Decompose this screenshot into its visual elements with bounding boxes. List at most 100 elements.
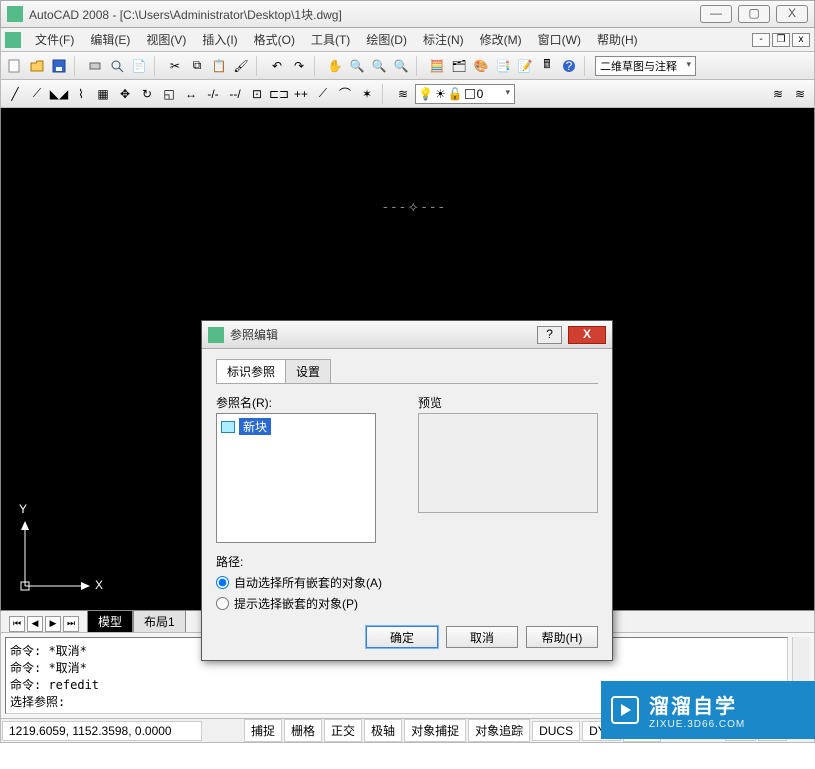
- fillet-icon[interactable]: ⌒: [335, 84, 355, 104]
- preview-box: [418, 413, 598, 513]
- trim-icon[interactable]: -/-: [203, 84, 223, 104]
- explode-icon[interactable]: ✶: [357, 84, 377, 104]
- zoom-realtime-icon[interactable]: 🔍: [347, 56, 367, 76]
- cancel-button[interactable]: 取消: [446, 626, 518, 648]
- markup-icon[interactable]: 📝: [515, 56, 535, 76]
- menu-tools[interactable]: 工具(T): [303, 29, 358, 50]
- tab-layout1[interactable]: 布局1: [133, 610, 186, 632]
- menu-file[interactable]: 文件(F): [27, 29, 82, 50]
- extend-icon[interactable]: --/: [225, 84, 245, 104]
- menu-help[interactable]: 帮助(H): [589, 29, 646, 50]
- ucs-y-label: Y: [19, 502, 95, 516]
- xline-icon[interactable]: ⟋: [27, 84, 47, 104]
- status-ortho[interactable]: 正交: [324, 719, 362, 742]
- tool-palette-icon[interactable]: 🎨: [471, 56, 491, 76]
- dialog-help-button[interactable]: ?: [537, 326, 562, 344]
- menu-format[interactable]: 格式(O): [246, 29, 303, 50]
- menu-dimension[interactable]: 标注(N): [415, 29, 472, 50]
- radio-prompt[interactable]: 提示选择嵌套的对象(P): [216, 595, 598, 612]
- radio-auto-input[interactable]: [216, 576, 229, 589]
- help-button[interactable]: 帮助(H): [526, 626, 598, 648]
- dialog-close-button[interactable]: X: [568, 326, 606, 344]
- close-button[interactable]: X: [776, 5, 808, 23]
- dialog-titlebar[interactable]: 参照编辑 ? X: [202, 321, 612, 349]
- tab-prev-icon[interactable]: ◀: [27, 616, 43, 632]
- offset-icon[interactable]: ⌇: [71, 84, 91, 104]
- radio-auto[interactable]: 自动选择所有嵌套的对象(A): [216, 574, 598, 591]
- print-icon[interactable]: [85, 56, 105, 76]
- pan-icon[interactable]: ✋: [325, 56, 345, 76]
- design-center-icon[interactable]: 🗂: [449, 56, 469, 76]
- ok-button[interactable]: 确定: [366, 626, 438, 648]
- layers-icon[interactable]: ≋: [393, 84, 413, 104]
- zoom-window-icon[interactable]: 🔍: [369, 56, 389, 76]
- mirror-icon[interactable]: ◣◢: [49, 84, 69, 104]
- break-icon[interactable]: ⊏⊐: [269, 84, 289, 104]
- status-grid[interactable]: 栅格: [284, 719, 322, 742]
- calc-icon[interactable]: 🖩: [537, 56, 557, 76]
- undo-icon[interactable]: ↶: [267, 56, 287, 76]
- redo-icon[interactable]: ↷: [289, 56, 309, 76]
- status-osnap[interactable]: 对象捕捉: [404, 719, 466, 742]
- watermark-sub: ZIXUE.3D66.COM: [649, 719, 745, 730]
- status-ducs[interactable]: DUCS: [532, 721, 580, 741]
- tab-first-icon[interactable]: ⏮: [9, 616, 25, 632]
- refname-item[interactable]: 新块: [221, 418, 371, 435]
- tab-next-icon[interactable]: ▶: [45, 616, 61, 632]
- maximize-button[interactable]: ▢: [738, 5, 770, 23]
- copy-icon[interactable]: ⧉: [187, 56, 207, 76]
- status-polar[interactable]: 极轴: [364, 719, 402, 742]
- cut-icon[interactable]: ✂: [165, 56, 185, 76]
- publish-icon[interactable]: 📄: [129, 56, 149, 76]
- sheet-set-icon[interactable]: 📑: [493, 56, 513, 76]
- paste-icon[interactable]: 📋: [209, 56, 229, 76]
- open-icon[interactable]: [27, 56, 47, 76]
- separator: [256, 56, 262, 76]
- minimize-button[interactable]: ―: [700, 5, 732, 23]
- mdi-restore-button[interactable]: ❐: [772, 33, 790, 47]
- line-icon[interactable]: ╱: [5, 84, 25, 104]
- watermark-main: 溜溜自学: [649, 690, 745, 719]
- separator: [584, 56, 590, 76]
- menu-draw[interactable]: 绘图(D): [358, 29, 415, 50]
- menu-edit[interactable]: 编辑(E): [82, 29, 138, 50]
- properties-icon[interactable]: 🧮: [427, 56, 447, 76]
- workspace-combo[interactable]: 二维草图与注释: [595, 56, 696, 76]
- array-icon[interactable]: ▦: [93, 84, 113, 104]
- refname-section: 参照名(R): 新块: [216, 394, 398, 543]
- match-icon[interactable]: 🖌: [231, 56, 251, 76]
- preview-icon[interactable]: [107, 56, 127, 76]
- tab-model[interactable]: 模型: [87, 610, 133, 632]
- layer-previous-icon[interactable]: ≋: [768, 84, 788, 104]
- tab-identify[interactable]: 标识参照: [216, 359, 286, 383]
- new-icon[interactable]: [5, 56, 25, 76]
- menu-modify[interactable]: 修改(M): [472, 29, 530, 50]
- layer-states-icon[interactable]: ≋: [790, 84, 810, 104]
- zoom-previous-icon[interactable]: 🔍: [391, 56, 411, 76]
- chamfer-icon[interactable]: ⟋: [313, 84, 333, 104]
- refname-list[interactable]: 新块: [216, 413, 376, 543]
- menu-insert[interactable]: 插入(I): [194, 29, 245, 50]
- status-snap[interactable]: 捕捉: [244, 719, 282, 742]
- mdi-minimize-button[interactable]: -: [752, 33, 770, 47]
- save-icon[interactable]: [49, 56, 69, 76]
- menu-view[interactable]: 视图(V): [138, 29, 194, 50]
- drawing-area[interactable]: - - - ⟡ - - - Y X 参照编辑 ? X 标识参照 设置 参照名(R…: [0, 108, 815, 611]
- move-icon[interactable]: ✥: [115, 84, 135, 104]
- mdi-close-button[interactable]: x: [792, 33, 810, 47]
- tab-settings[interactable]: 设置: [285, 359, 331, 383]
- separator: [314, 56, 320, 76]
- coordinates[interactable]: 1219.6059, 1152.3598, 0.0000: [2, 721, 202, 741]
- join-icon[interactable]: ++: [291, 84, 311, 104]
- radio-prompt-input[interactable]: [216, 597, 229, 610]
- break-at-icon[interactable]: ⊡: [247, 84, 267, 104]
- tab-nav: ⏮ ◀ ▶ ⏭: [9, 616, 79, 632]
- stretch-icon[interactable]: ↔: [181, 84, 201, 104]
- scale-icon[interactable]: ◱: [159, 84, 179, 104]
- status-otrack[interactable]: 对象追踪: [468, 719, 530, 742]
- menu-window[interactable]: 窗口(W): [530, 29, 589, 50]
- help-icon[interactable]: ?: [559, 56, 579, 76]
- tab-last-icon[interactable]: ⏭: [63, 616, 79, 632]
- layer-combo[interactable]: 💡 ☀ 🔓 0: [415, 84, 515, 104]
- rotate-icon[interactable]: ↻: [137, 84, 157, 104]
